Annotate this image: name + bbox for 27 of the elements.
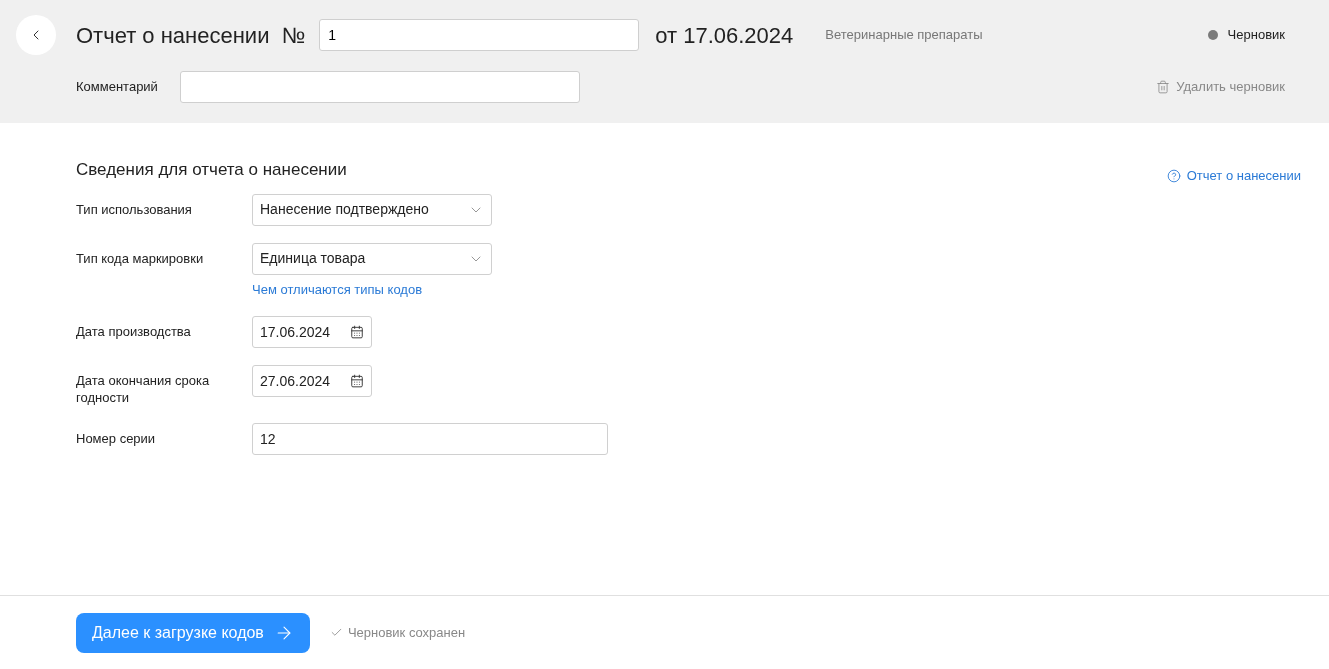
help-link[interactable]: Отчет о нанесении [1166,166,1301,186]
date-field[interactable]: 17.06.2024 [252,316,372,348]
report-date: от 17.06.2024 [655,21,794,50]
section-title: Сведения для отчета о нанесении [76,159,347,181]
trash-icon [1156,80,1171,94]
help-icon [1166,168,1181,183]
status-label: Черновик [1227,26,1285,45]
link[interactable]: Чем отличаются типы кодов [252,279,492,299]
dropdown[interactable]: Единица товара [252,242,492,275]
page-title: Отчет о нанесении № [76,21,306,50]
dropdown[interactable]: Нанесение подтверждено [252,193,492,226]
date-field[interactable]: 27.06.2024 [252,365,372,397]
comment-label: Комментарий [76,78,159,97]
field-label: Дата производства [76,323,192,341]
field-label: Дата окончания срока годности [76,372,211,406]
comment-field[interactable] [180,71,580,103]
back-button[interactable] [16,15,56,55]
saved-text: Черновик сохранен [347,623,466,642]
category-label: Ветеринарные препараты [825,26,983,45]
field-label: Тип кода маркировки [76,249,205,268]
calendar-icon [350,374,364,388]
number-field[interactable]: 1 [319,19,640,51]
field-label: Тип использования [76,200,193,219]
input-field[interactable]: 12 [252,423,608,455]
check-icon [329,626,343,639]
calendar-icon [350,325,364,339]
field-label: Номер серии [76,430,157,448]
